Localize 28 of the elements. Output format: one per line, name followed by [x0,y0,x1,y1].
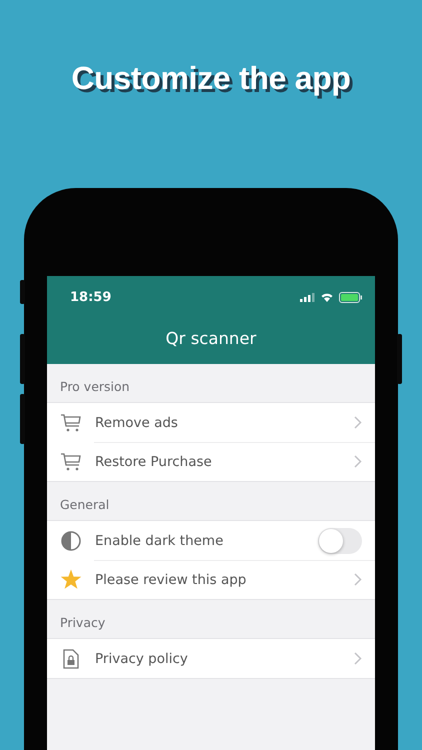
settings-row[interactable]: Restore Purchase [47,442,375,481]
settings-row[interactable]: Privacy policy [47,639,375,678]
section-header: Privacy [60,615,106,630]
signal-icon [300,292,315,302]
wifi-icon [321,292,333,302]
row-label: Remove ads [95,414,179,430]
headline: Customize the app [71,59,351,98]
row-label: Enable dark theme [95,532,224,548]
row-label: Please review this app [95,572,248,588]
cart-icon [60,452,82,472]
settings-row[interactable]: Enable dark theme [47,521,375,560]
chevron-right-icon [354,455,362,468]
chevron-right-icon [354,573,362,586]
app-title: Qr scanner [164,328,258,350]
section-header: Pro version [60,379,130,394]
contrast-icon [60,530,82,550]
row-label: Privacy policy [95,650,189,666]
toggle-switch[interactable] [318,528,362,554]
chevron-right-icon [354,652,362,665]
cart-icon [60,412,82,432]
battery-icon [339,292,362,302]
section-header: General [60,497,110,512]
chevron-right-icon [354,416,362,429]
row-label: Restore Purchase [95,454,213,470]
status-time: 18:59 [70,290,112,304]
settings-row[interactable]: Remove ads [47,403,375,442]
settings-row[interactable]: Please review this app [47,560,375,599]
star-icon [60,569,82,590]
